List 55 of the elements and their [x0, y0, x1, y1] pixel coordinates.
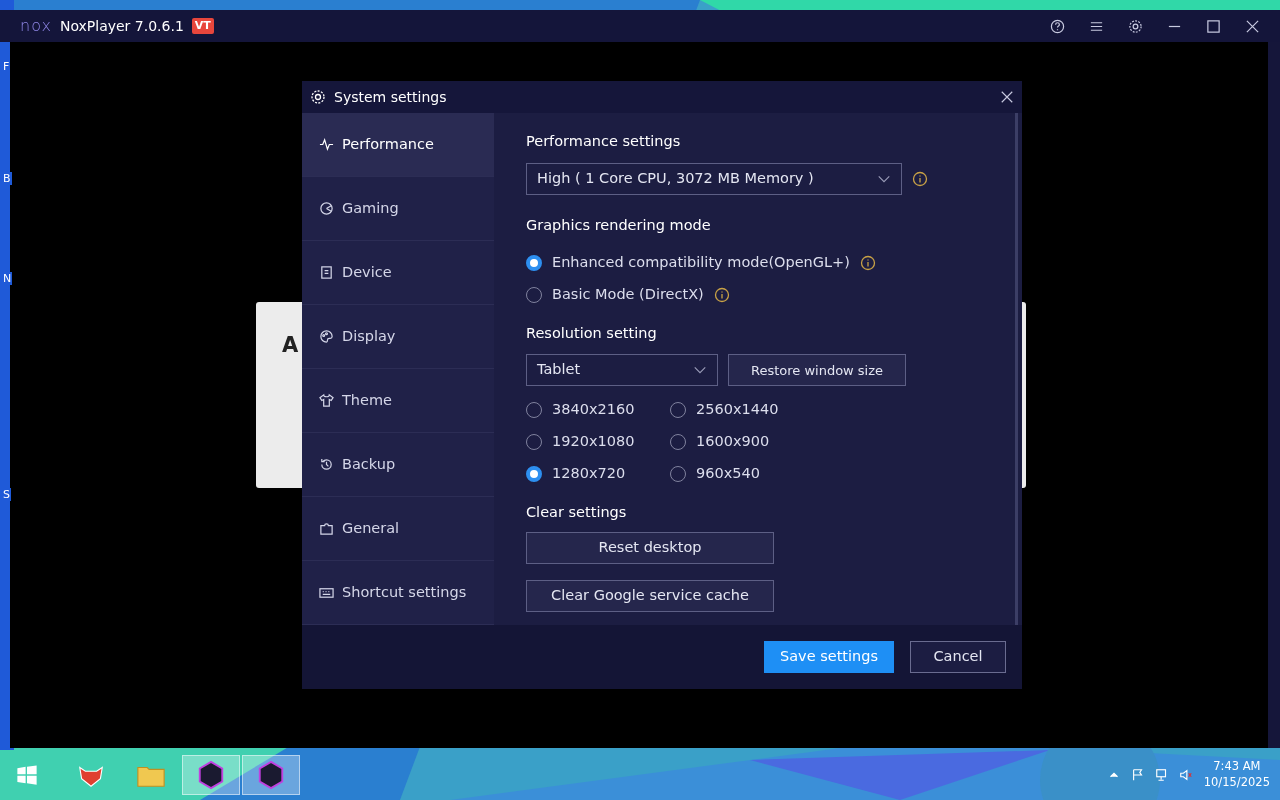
radio-option[interactable]: 960x540 [670, 458, 830, 491]
shirt-icon [319, 393, 334, 408]
radio-option[interactable]: Basic Mode (DirectX) [526, 278, 704, 311]
section-heading: Graphics rendering mode [526, 215, 712, 235]
section-heading: Clear settings [526, 503, 628, 523]
pulse-icon [319, 137, 334, 152]
window-title: NoxPlayer 7.0.6.1 [59, 16, 184, 36]
info-icon [859, 254, 876, 271]
info-icon [912, 170, 928, 187]
close-icon[interactable] [1245, 18, 1260, 34]
radio-option[interactable]: 3840x2160 [526, 394, 670, 427]
help-icon[interactable] [1050, 18, 1065, 34]
info-icon [713, 286, 730, 303]
section-heading: Resolution setting [526, 323, 658, 343]
network-icon[interactable] [1154, 768, 1169, 782]
clear-button[interactable]: Reset desktop [526, 532, 774, 564]
nox-app-icon[interactable] [196, 760, 226, 790]
dropdown[interactable]: Tablet [526, 354, 718, 387]
desktop-icon-label[interactable]: N [2, 272, 13, 285]
maximize-icon[interactable] [1206, 18, 1221, 34]
sidebar-item[interactable]: Device [302, 241, 494, 305]
device-icon [319, 265, 334, 280]
speaker-icon[interactable] [1178, 768, 1193, 782]
desktop-icon-label[interactable]: S [2, 488, 11, 501]
clear-button[interactable]: Clear Google service cache [526, 580, 774, 612]
cancel-button[interactable]: Cancel [910, 641, 1006, 673]
settings-icon [310, 89, 326, 105]
radio-option[interactable]: Enhanced compatibility mode(OpenGL+) [526, 246, 850, 279]
restore-window-size-button[interactable]: Restore window size [728, 354, 906, 387]
card-text: A [282, 334, 299, 358]
keyboard-icon [319, 585, 334, 600]
start-icon[interactable] [16, 764, 38, 786]
nox-app-icon[interactable] [256, 760, 286, 790]
radio-option[interactable]: 1920x1080 [526, 426, 670, 459]
badge: VT [191, 17, 214, 35]
restore-icon [319, 457, 334, 472]
dropdown[interactable]: High ( 1 Core CPU, 3072 MB Memory ) [526, 162, 902, 195]
sidebar-item[interactable]: Display [302, 305, 494, 369]
radio-option[interactable]: 1600x900 [670, 426, 830, 459]
settings-icon[interactable] [1128, 18, 1143, 34]
radio-option[interactable]: 2560x1440 [670, 394, 830, 427]
palette-icon [319, 329, 334, 344]
section-heading: Performance settings [526, 132, 682, 151]
desktop-icon-label[interactable]: B [2, 172, 12, 185]
sidebar-item[interactable]: General [302, 497, 494, 561]
sidebar-item[interactable]: Performance [302, 113, 494, 177]
sidebar-item[interactable]: Theme [302, 369, 494, 433]
desktop-icon-label[interactable]: F [2, 60, 11, 73]
flag-icon[interactable] [1130, 768, 1145, 782]
close-icon[interactable] [1000, 90, 1014, 104]
sidebar-item[interactable]: Gaming [302, 177, 494, 241]
radio-option[interactable]: 1280x720 [526, 458, 670, 491]
dialog-title: System settings [334, 87, 447, 107]
logo: nox [20, 15, 52, 37]
sidebar-item[interactable]: Backup [302, 433, 494, 497]
